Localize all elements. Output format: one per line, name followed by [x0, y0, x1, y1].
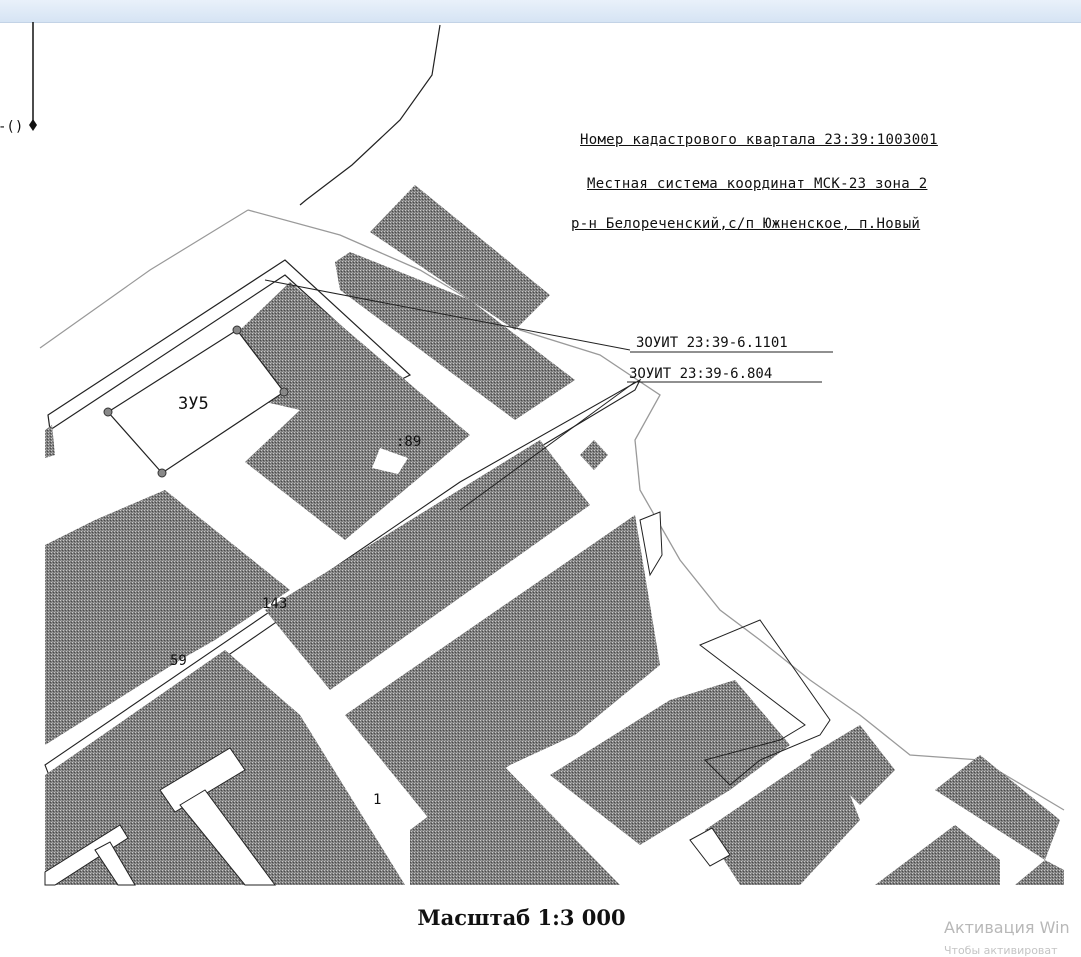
- parcel: [875, 825, 1000, 885]
- quarter-boundary: [39, 209, 249, 349]
- zouit-label-1101: ЗОУИТ 23:39-6.1101: [636, 335, 788, 351]
- coordinate-system-title: Местная система координат МСК-23 зона 2: [587, 176, 928, 192]
- parcel: [580, 440, 608, 470]
- map-label-parcel-1: 1: [373, 792, 381, 808]
- zouit-label-804: ЗОУИТ 23:39-6.804: [629, 366, 773, 382]
- vertex-marker: [232, 325, 242, 335]
- vertex-marker: [103, 407, 113, 417]
- map-label-parcel-143: 143: [262, 596, 287, 612]
- windows-activation-hint: Чтобы активироват: [944, 944, 1058, 957]
- map-scale: Масштаб 1:3 000: [417, 905, 626, 930]
- windows-activation-title: Активация Win: [944, 918, 1070, 937]
- vertex-marker: [279, 387, 289, 397]
- boundary-marker-icon: [29, 119, 37, 131]
- parcel: [1015, 860, 1064, 885]
- map-label-land-plot: ЗУ5: [178, 394, 209, 414]
- settlement-boundary: [299, 24, 441, 206]
- locality-title: р-н Белореченский,с/п Южненское, п.Новый: [571, 216, 921, 232]
- map-label-parcel-89: :89: [396, 434, 421, 450]
- quarter-number-title: Номер кадастрового квартала 23:39:100300…: [580, 132, 938, 148]
- vertex-marker: [157, 468, 167, 478]
- map-label-edge-fragment: -(): [0, 119, 23, 135]
- map-label-parcel-59: 59: [170, 653, 187, 669]
- parcel: [45, 425, 55, 458]
